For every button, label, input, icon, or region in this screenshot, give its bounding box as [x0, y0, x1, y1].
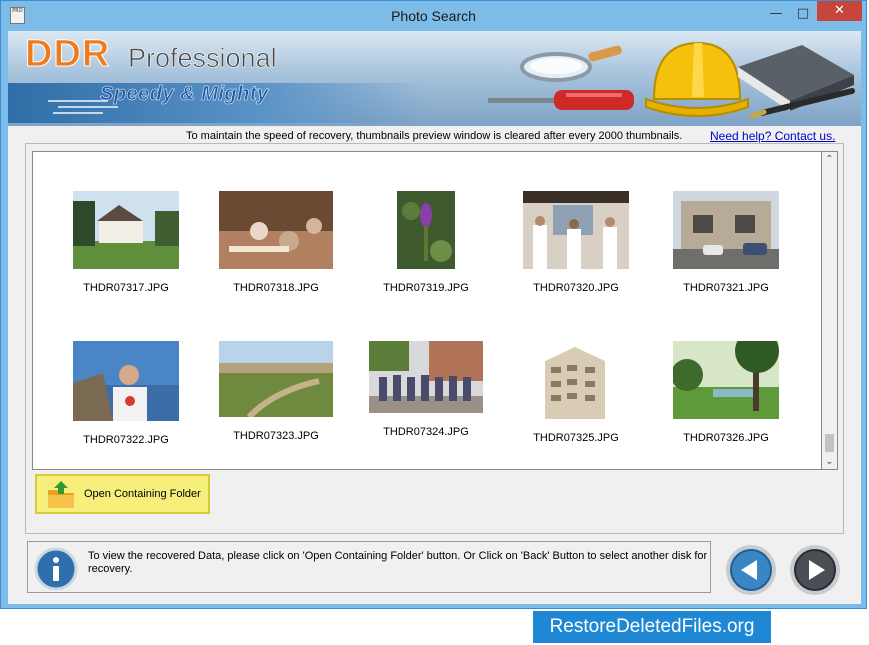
thumbnail-item[interactable]: THDR07319.JPG — [361, 191, 491, 294]
header-banner: DDR Professional Speedy & Mighty — [8, 31, 861, 126]
thumbnail-image[interactable] — [369, 341, 483, 413]
screwdriver-icon — [488, 90, 634, 110]
help-link[interactable]: Need help? Contact us. — [710, 129, 835, 143]
thumbnail-name: THDR07320.JPG — [533, 282, 619, 294]
book-icon — [738, 45, 855, 119]
thumbnail-name: THDR07321.JPG — [683, 282, 769, 294]
thumbnail-image[interactable] — [535, 341, 617, 419]
next-button[interactable] — [789, 544, 841, 596]
info-icon — [34, 547, 78, 591]
maximize-button[interactable]: □ — [790, 3, 816, 25]
footer-brand: RestoreDeletedFiles.org — [533, 611, 771, 643]
thumbnail-item[interactable]: THDR07317.JPG — [61, 191, 191, 294]
thumbnail-item[interactable]: THDR07318.JPG — [211, 191, 341, 294]
thumbnail-image[interactable] — [73, 341, 179, 421]
folder-up-icon — [48, 481, 74, 508]
thumbnail-name: THDR07323.JPG — [233, 430, 319, 442]
window-title: Photo Search — [391, 8, 476, 24]
vertical-scrollbar[interactable]: ⌃ ⌄ — [822, 151, 838, 470]
next-arrow-icon — [790, 545, 840, 595]
thumbnail-name: THDR07318.JPG — [233, 282, 319, 294]
info-panel: To view the recovered Data, please click… — [27, 541, 711, 593]
thumbnail-item[interactable]: THDR07322.JPG — [61, 341, 191, 446]
thumbnail-grid[interactable]: THDR07317.JPG THDR07318.JPG THDR07319.JP… — [32, 151, 822, 470]
back-button[interactable] — [725, 544, 777, 596]
thumbnail-image[interactable] — [671, 329, 779, 419]
scroll-down-icon[interactable]: ⌄ — [822, 456, 837, 467]
thumbnail-item[interactable]: THDR07324.JPG — [361, 341, 491, 438]
thumbnail-name: THDR07322.JPG — [83, 434, 169, 446]
thumbnail-image[interactable] — [219, 191, 333, 269]
thumbnail-name: THDR07326.JPG — [683, 432, 769, 444]
thumbnail-name: THDR07319.JPG — [383, 282, 469, 294]
thumbnail-item[interactable]: THDR07320.JPG — [511, 191, 641, 294]
thumbnail-item[interactable]: THDR07323.JPG — [211, 341, 341, 442]
minimize-button[interactable]: — — [763, 3, 789, 25]
main-window: PRO Photo Search — □ ✕ DDR Professional … — [0, 0, 867, 609]
title-bar[interactable]: PRO Photo Search — □ ✕ — [1, 1, 866, 31]
thumbnail-name: THDR07325.JPG — [533, 432, 619, 444]
thumbnail-name: THDR07324.JPG — [383, 426, 469, 438]
logo-ddr: DDR — [24, 33, 111, 76]
info-message: To view the recovered Data, please click… — [88, 550, 708, 575]
thumbnail-name: THDR07317.JPG — [83, 282, 169, 294]
back-arrow-icon — [726, 545, 776, 595]
close-button[interactable]: ✕ — [817, 1, 862, 21]
thumbnail-image[interactable] — [523, 191, 629, 269]
thumbnail-image[interactable] — [219, 341, 333, 420]
thumbnail-image[interactable] — [673, 191, 779, 269]
thumbnail-item[interactable]: THDR07321.JPG — [661, 191, 791, 294]
client-area: DDR Professional Speedy & Mighty To main… — [8, 31, 861, 604]
thumbnail-item[interactable]: THDR07325.JPG — [511, 341, 641, 444]
thumbnail-notice: To maintain the speed of recovery, thumb… — [186, 130, 683, 142]
scroll-thumb[interactable] — [825, 434, 834, 452]
logo-professional: Professional — [128, 43, 277, 74]
thumbnail-item[interactable]: THDR07326.JPG — [661, 329, 791, 444]
open-containing-folder-button[interactable]: Open Containing Folder — [35, 474, 210, 514]
slogan: Speedy & Mighty — [100, 83, 269, 106]
thumbnail-image[interactable] — [73, 191, 179, 269]
scroll-up-icon[interactable]: ⌃ — [822, 154, 837, 165]
open-folder-label: Open Containing Folder — [84, 488, 201, 500]
thumbnail-image[interactable] — [397, 191, 455, 269]
